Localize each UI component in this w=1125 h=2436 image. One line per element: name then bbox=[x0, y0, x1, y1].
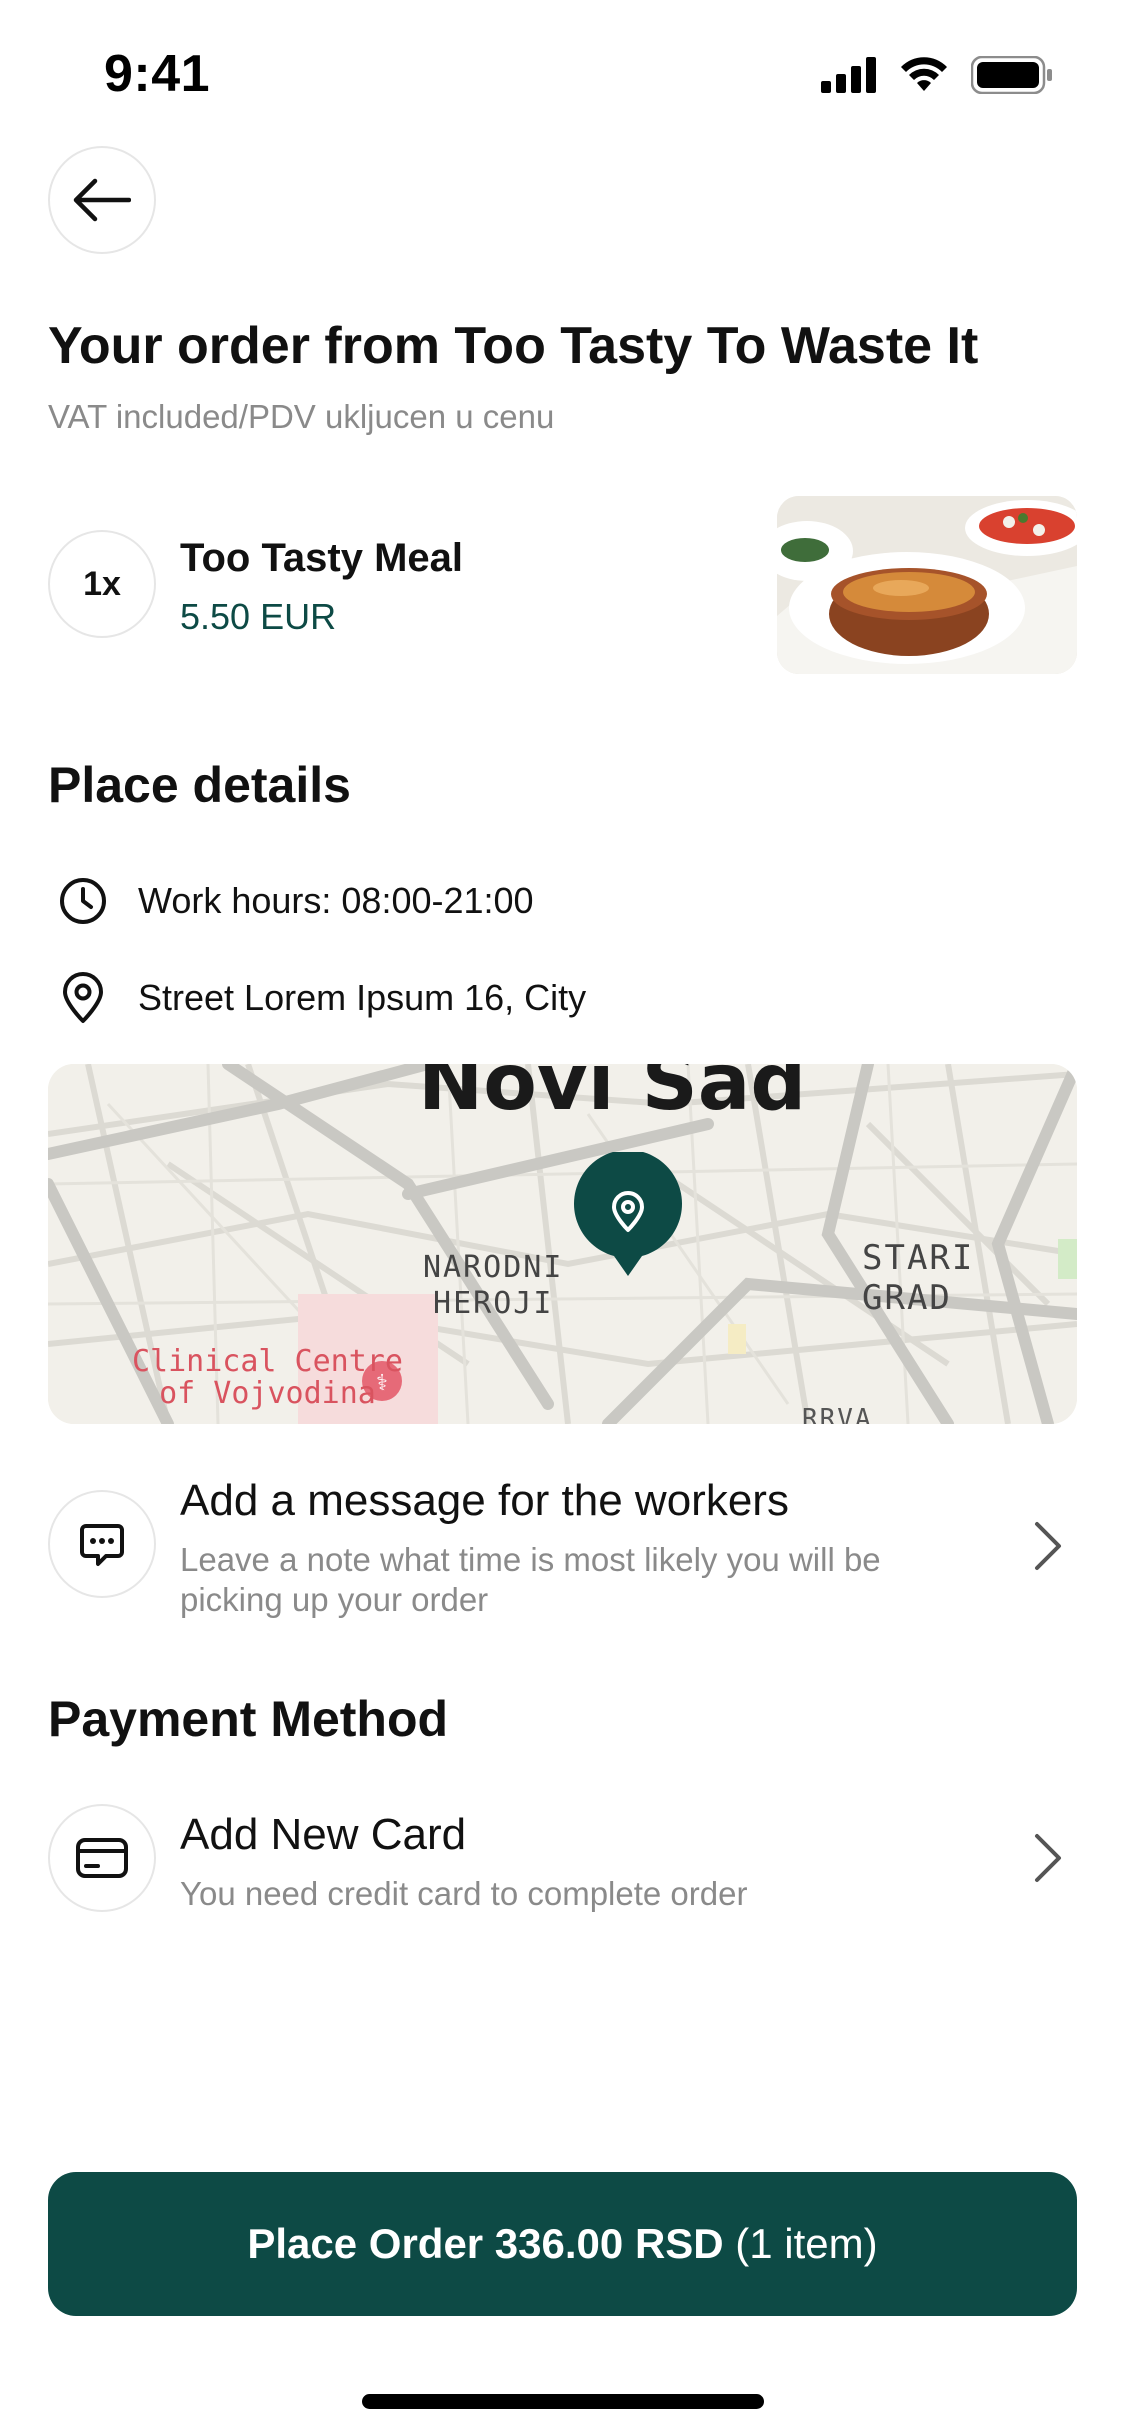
message-subtitle: Leave a note what time is most likely yo… bbox=[180, 1541, 881, 1618]
item-price: 5.50 EUR bbox=[180, 596, 337, 637]
map-pin-marker[interactable] bbox=[574, 1149, 682, 1276]
place-order-button[interactable]: Place Order 336.00 RSD (1 item) bbox=[48, 2172, 1077, 2316]
card-icon-circle bbox=[48, 1804, 156, 1912]
home-indicator bbox=[362, 2394, 764, 2409]
add-message-row[interactable]: Add a message for the workers Leave a no… bbox=[0, 1440, 1125, 1620]
chat-icon bbox=[80, 1524, 124, 1566]
work-hours-text: Work hours: 08:00-21:00 bbox=[138, 880, 534, 921]
location-pin-icon bbox=[63, 972, 103, 1023]
chevron-right-icon bbox=[1035, 1834, 1061, 1882]
map-label-partial: RRVA bbox=[802, 1404, 873, 1424]
address-text: Street Lorem Ipsum 16, City bbox=[138, 977, 587, 1018]
status-time: 9:41 bbox=[104, 45, 211, 103]
address-row: Street Lorem Ipsum 16, City bbox=[58, 972, 586, 1024]
chevron-right-icon bbox=[1035, 1522, 1061, 1570]
signal-icon bbox=[821, 57, 876, 93]
wifi-icon bbox=[901, 57, 947, 91]
place-order-item-count: (1 item) bbox=[723, 2220, 878, 2267]
add-card-title: Add New Card bbox=[180, 1810, 467, 1859]
add-card-row[interactable]: Add New Card You need credit card to com… bbox=[0, 1790, 1125, 1930]
vat-note: VAT included/PDV ukljucen u cenu bbox=[48, 398, 555, 435]
item-name: Too Tasty Meal bbox=[180, 536, 464, 580]
checkout-screen: 9:41 Your order from Too Tasty To Waste … bbox=[0, 0, 1125, 2436]
map-label-city: Novi Sad bbox=[418, 1064, 807, 1128]
credit-card-icon bbox=[76, 1838, 128, 1878]
back-arrow-icon bbox=[73, 178, 131, 222]
battery-icon bbox=[971, 56, 1052, 94]
payment-method-heading: Payment Method bbox=[48, 1691, 449, 1747]
map-label-poi-line2: of Vojvodina bbox=[159, 1376, 376, 1411]
map-label-district-1-line1: NARODNI bbox=[423, 1250, 564, 1285]
message-title: Add a message for the workers bbox=[180, 1476, 789, 1525]
status-icons bbox=[821, 56, 1053, 94]
work-hours-row: Work hours: 08:00-21:00 bbox=[58, 876, 534, 926]
clock-icon bbox=[60, 878, 106, 924]
map-label-district-1: NARODNI HEROJI bbox=[423, 1250, 563, 1322]
map-label-poi: Clinical Centre of Vojvodina bbox=[132, 1346, 403, 1410]
message-icon-circle bbox=[48, 1490, 156, 1598]
back-button[interactable] bbox=[48, 146, 156, 254]
map-label-district-1-line2: HEROJI bbox=[433, 1286, 554, 1321]
quantity-badge: 1x bbox=[48, 530, 156, 638]
map-label-district-2: STARI GRAD bbox=[862, 1238, 975, 1318]
place-details-heading: Place details bbox=[48, 757, 351, 813]
place-order-label: Place Order 336.00 RSD bbox=[247, 2220, 724, 2267]
map-label-poi-line1: Clinical Centre bbox=[132, 1344, 403, 1379]
add-card-subtitle: You need credit card to complete order bbox=[180, 1875, 748, 1912]
location-map[interactable]: ⚕ Novi Sad NARODNI HEROJI STARI GRAD Cli… bbox=[48, 1064, 1077, 1424]
meal-photo bbox=[777, 496, 1077, 674]
page-title: Your order from Too Tasty To Waste It bbox=[48, 317, 979, 375]
